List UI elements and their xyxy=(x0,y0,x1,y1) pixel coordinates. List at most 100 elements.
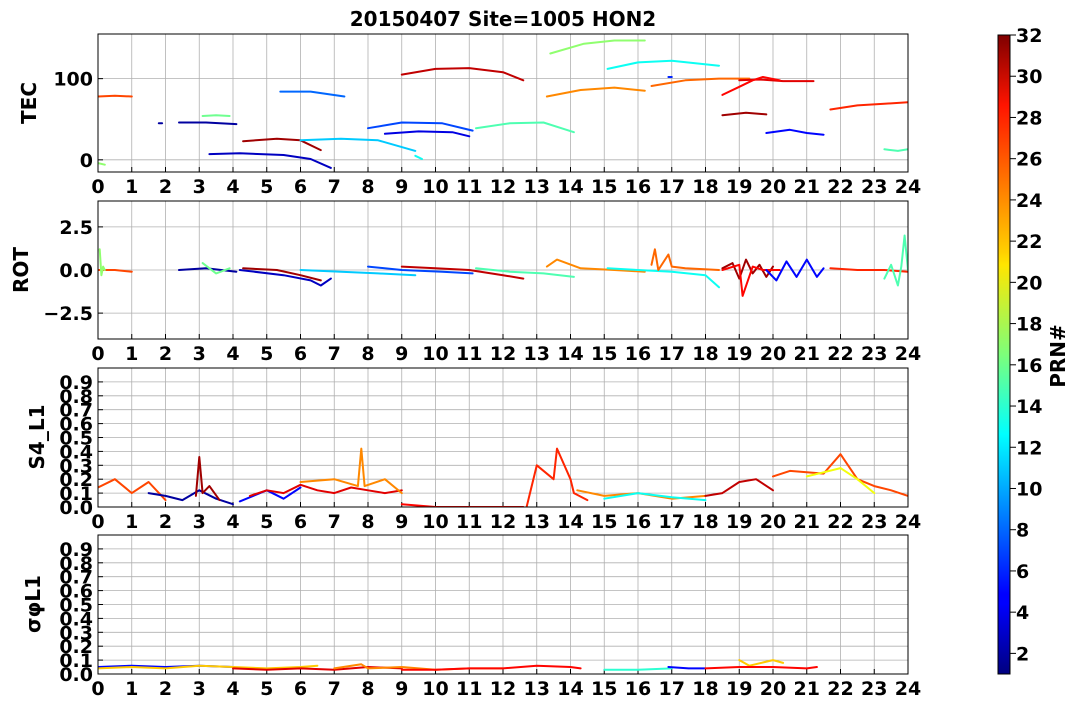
series-line xyxy=(208,152,332,169)
colorbar-label: PRN# xyxy=(1046,324,1070,388)
series-line xyxy=(279,90,346,98)
colorbar-tick-label: 18 xyxy=(1016,314,1042,336)
panel-3: 0 1 2 3 4 5 6 7 8 9 10 11 12 13 14 15 16 17 18 19 20 21 22 23 24… xyxy=(25,367,921,533)
x-tick-label: 24 xyxy=(895,511,921,533)
x-tick-label: 0 xyxy=(91,678,104,700)
y-axis-label: σφL1 xyxy=(21,575,45,633)
x-tick-label: 8 xyxy=(361,678,374,700)
x-tick-label: 21 xyxy=(794,343,820,365)
x-tick-label: 11 xyxy=(456,678,482,700)
x-tick-label: 20 xyxy=(760,678,786,700)
x-tick-label: 10 xyxy=(422,343,448,365)
x-tick-label: 5 xyxy=(260,176,273,198)
x-tick-label: 17 xyxy=(659,678,685,700)
colorbar-tick-label: 30 xyxy=(1016,66,1042,88)
series-line xyxy=(883,234,908,287)
x-tick-label: 19 xyxy=(726,176,752,198)
x-tick-label: 3 xyxy=(193,511,206,533)
x-tick-label: 18 xyxy=(692,176,718,198)
x-tick-label: 8 xyxy=(361,176,374,198)
x-tick-label: 17 xyxy=(659,343,685,365)
x-tick-label: 17 xyxy=(659,176,685,198)
x-tick-label: 15 xyxy=(591,176,617,198)
series-line xyxy=(475,121,575,134)
x-tick-label: 1 xyxy=(125,678,138,700)
y-tick-label: 0.9 xyxy=(59,372,93,394)
series-line xyxy=(829,267,908,273)
colorbar: 2468101214161820222426283032 PRN# xyxy=(997,25,1070,675)
series-line xyxy=(147,489,234,506)
panel-2: 0 1 2 3 4 5 6 7 8 9 10 11 12 13 14 15 16 17 18 19 20 21 22 23 24… xyxy=(9,200,921,365)
series-line xyxy=(829,101,908,111)
x-tick-label: 2 xyxy=(159,176,172,198)
x-tick-label: 9 xyxy=(395,343,408,365)
colorbar-tick-label: 22 xyxy=(1016,231,1042,253)
x-tick-label: 16 xyxy=(625,511,651,533)
colorbar-tick-label: 24 xyxy=(1016,190,1042,212)
x-tick-label: 23 xyxy=(861,343,887,365)
x-tick-label: 24 xyxy=(895,678,921,700)
series-line xyxy=(299,447,403,495)
x-tick-label: 14 xyxy=(557,511,583,533)
x-tick-label: 0 xyxy=(91,176,104,198)
x-tick-label: 2 xyxy=(159,678,172,700)
colorbar-gradient xyxy=(997,34,1011,675)
x-tick-label: 11 xyxy=(456,511,482,533)
series-line xyxy=(738,659,785,667)
x-tick-label: 5 xyxy=(260,511,273,533)
x-tick-label: 6 xyxy=(294,511,307,533)
series-line xyxy=(98,162,106,166)
colorbar-tick-label: 32 xyxy=(1016,25,1042,47)
series-line xyxy=(667,666,707,670)
y-axis-label: S4_L1 xyxy=(25,405,49,470)
x-tick-label: 22 xyxy=(827,678,853,700)
x-tick-label: 2 xyxy=(159,343,172,365)
series-line xyxy=(98,248,106,277)
colorbar-tick-label: 10 xyxy=(1016,478,1042,500)
x-tick-label: 12 xyxy=(490,678,516,700)
y-axis-label: TEC xyxy=(17,82,41,124)
y-tick-label: 2.5 xyxy=(59,217,93,239)
x-tick-label: 7 xyxy=(328,176,341,198)
series-line xyxy=(98,664,319,670)
x-tick-label: 1 xyxy=(125,343,138,365)
x-tick-label: 9 xyxy=(395,176,408,198)
series-line xyxy=(98,94,133,98)
colorbar-tick-label: 20 xyxy=(1016,272,1042,294)
colorbar-tick-label: 26 xyxy=(1016,149,1042,171)
x-tick-label: 20 xyxy=(760,176,786,198)
x-tick-label: 23 xyxy=(861,176,887,198)
x-tick-label: 5 xyxy=(260,343,273,365)
x-tick-label: 22 xyxy=(827,176,853,198)
x-tick-label: 3 xyxy=(193,176,206,198)
x-tick-label: 12 xyxy=(490,343,516,365)
x-tick-label: 15 xyxy=(591,678,617,700)
x-tick-label: 10 xyxy=(422,176,448,198)
x-tick-label: 1 xyxy=(125,511,138,533)
series-line xyxy=(721,111,768,117)
x-tick-label: 6 xyxy=(294,176,307,198)
colorbar-tick-label: 12 xyxy=(1016,437,1042,459)
x-tick-label: 15 xyxy=(591,343,617,365)
x-tick-label: 13 xyxy=(524,176,550,198)
series-line xyxy=(201,114,231,117)
series-line xyxy=(765,128,825,136)
grid xyxy=(97,34,909,172)
x-tick-label: 12 xyxy=(490,511,516,533)
series-line xyxy=(883,148,908,152)
colorbar-tick-label: 8 xyxy=(1016,520,1029,542)
x-tick-label: 6 xyxy=(294,343,307,365)
series-line xyxy=(549,39,646,55)
x-tick-label: 20 xyxy=(760,343,786,365)
x-tick-label: 13 xyxy=(524,511,550,533)
x-tick-label: 19 xyxy=(726,678,752,700)
series-line xyxy=(704,666,818,670)
x-tick-label: 4 xyxy=(226,176,239,198)
x-tick-label: 16 xyxy=(625,678,651,700)
series-group xyxy=(98,659,818,671)
x-tick-label: 9 xyxy=(395,678,408,700)
x-tick-label: 3 xyxy=(193,678,206,700)
figure: 20150407 Site=1005 HON2 0 1 2 3 4 5 6 7 8 9 10 11 12… xyxy=(9,7,1070,700)
colorbar-tick-label: 2 xyxy=(1016,643,1029,665)
series-line xyxy=(299,269,417,277)
